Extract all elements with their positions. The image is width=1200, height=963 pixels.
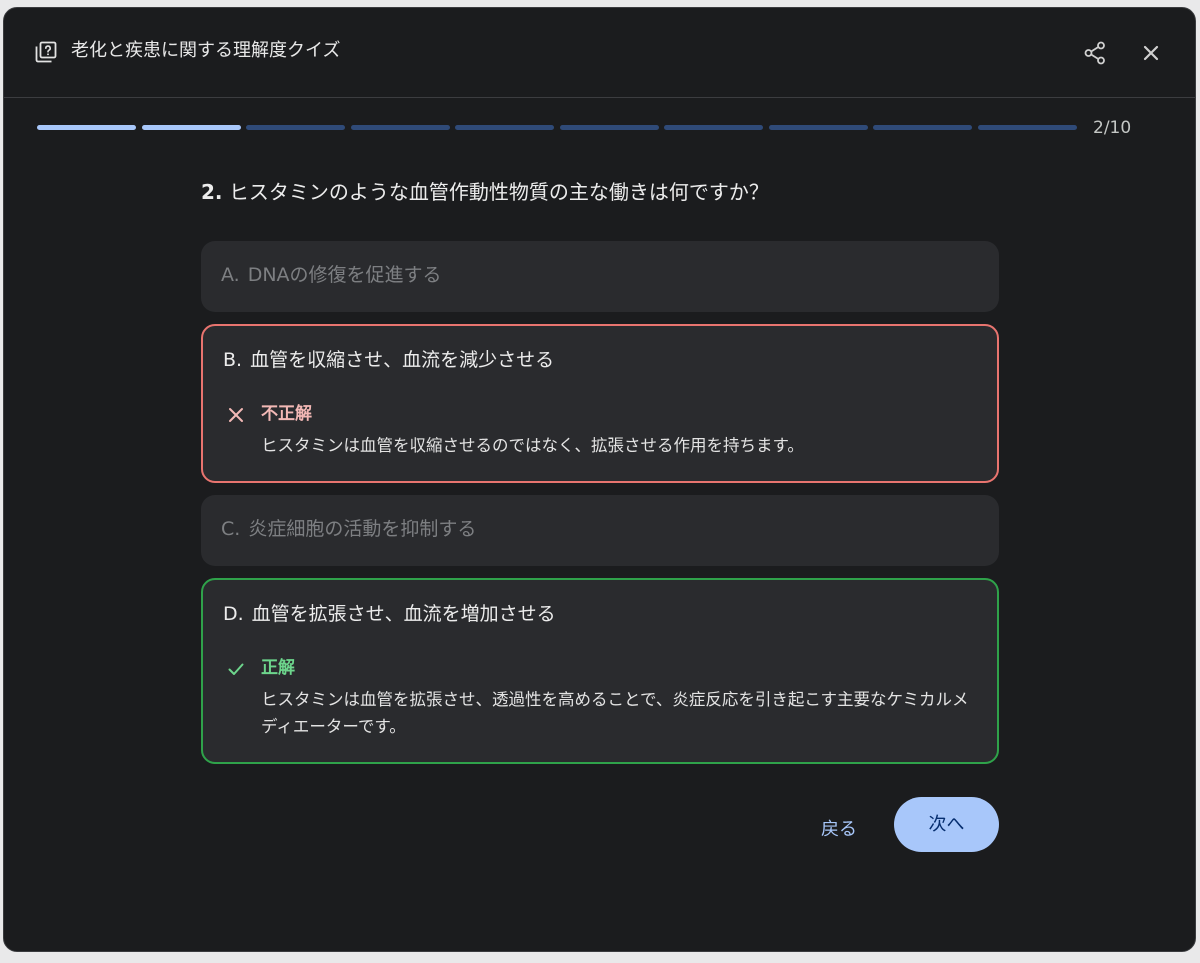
progress-segment xyxy=(873,125,972,130)
progress-segment xyxy=(246,125,345,130)
close-icon[interactable] xyxy=(1139,41,1163,65)
quiz-dialog: 老化と疾患に関する理解度クイズ 2/10 2. ヒスタミンのような血管作動性物質… xyxy=(3,7,1196,952)
option-label: A. DNAの修復を促進する xyxy=(221,261,442,289)
option-text: 血管を拡張させ、血流を増加させる xyxy=(251,603,556,625)
feedback-text: ヒスタミンは血管を拡張させ、透過性を高めることで、炎症反応を引き起こす主要なケミ… xyxy=(261,690,969,736)
option-c[interactable]: C. 炎症細胞の活動を抑制する xyxy=(201,495,999,566)
progress-segment xyxy=(37,125,136,130)
option-text: 血管を収縮させ、血流を減少させる xyxy=(250,349,555,371)
option-label: B. 血管を収縮させ、血流を減少させる xyxy=(223,346,554,374)
progress-segment xyxy=(768,125,868,130)
question-number: 2. xyxy=(201,180,223,204)
share-icon[interactable] xyxy=(1082,40,1108,66)
check-icon xyxy=(228,663,244,675)
option-label: C. 炎症細胞の活動を抑制する xyxy=(221,515,476,543)
option-letter: D. xyxy=(223,603,244,625)
next-button[interactable]: 次へ xyxy=(894,797,999,852)
option-letter: A. xyxy=(221,264,240,286)
back-button[interactable]: 戻る xyxy=(804,803,874,857)
option-a[interactable]: A. DNAの修復を促進する xyxy=(201,241,999,312)
option-letter: B. xyxy=(223,349,243,371)
page-title: 老化と疾患に関する理解度クイズ xyxy=(71,40,341,61)
feedback-text: ヒスタミンは血管を収縮させるのではなく、拡張させる作用を持ちます。 xyxy=(261,436,804,455)
dialog-header: 老化と疾患に関する理解度クイズ xyxy=(4,8,1195,98)
quiz-icon xyxy=(35,41,57,63)
question-body: ヒスタミンのような血管作動性物質の主な働きは何ですか？ xyxy=(228,180,769,204)
option-b[interactable]: B. 血管を収縮させ、血流を減少させる 不正解 ヒスタミンは血管を収縮させるのでは… xyxy=(201,324,999,483)
option-d[interactable]: D. 血管を拡張させ、血流を増加させる 正解 ヒスタミンは血管を拡張させ、透過性を… xyxy=(201,578,999,764)
progress-segment xyxy=(141,125,241,130)
option-text: 炎症細胞の活動を抑制する xyxy=(248,518,477,540)
progress-segment xyxy=(977,125,1077,130)
question-text: 2. ヒスタミンのような血管作動性物質の主な働きは何ですか？ xyxy=(201,178,769,206)
feedback-title: 不正解 xyxy=(261,404,312,424)
progress-label: 2/10 xyxy=(1093,118,1132,138)
progress-segment xyxy=(559,125,659,130)
progress-segment xyxy=(350,125,450,130)
progress-bar xyxy=(37,125,1077,130)
option-text: DNAの修復を促進する xyxy=(247,264,442,286)
option-letter: C. xyxy=(221,518,241,540)
progress-segment xyxy=(664,125,763,130)
x-icon xyxy=(229,408,243,422)
feedback-title: 正解 xyxy=(261,658,295,678)
option-label: D. 血管を拡張させ、血流を増加させる xyxy=(223,600,556,628)
progress-segment xyxy=(455,125,554,130)
